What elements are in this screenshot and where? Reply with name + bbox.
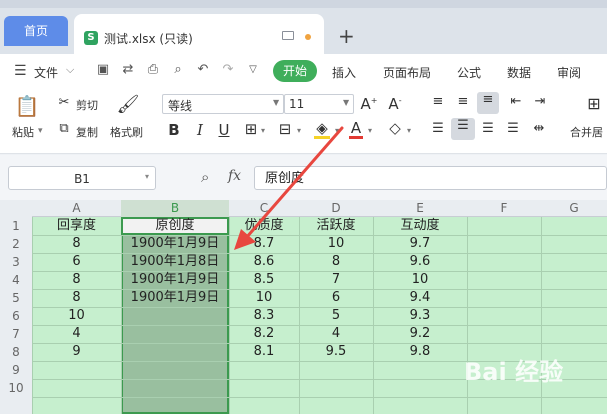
watermark-logo: Bai 经验: [464, 358, 564, 386]
